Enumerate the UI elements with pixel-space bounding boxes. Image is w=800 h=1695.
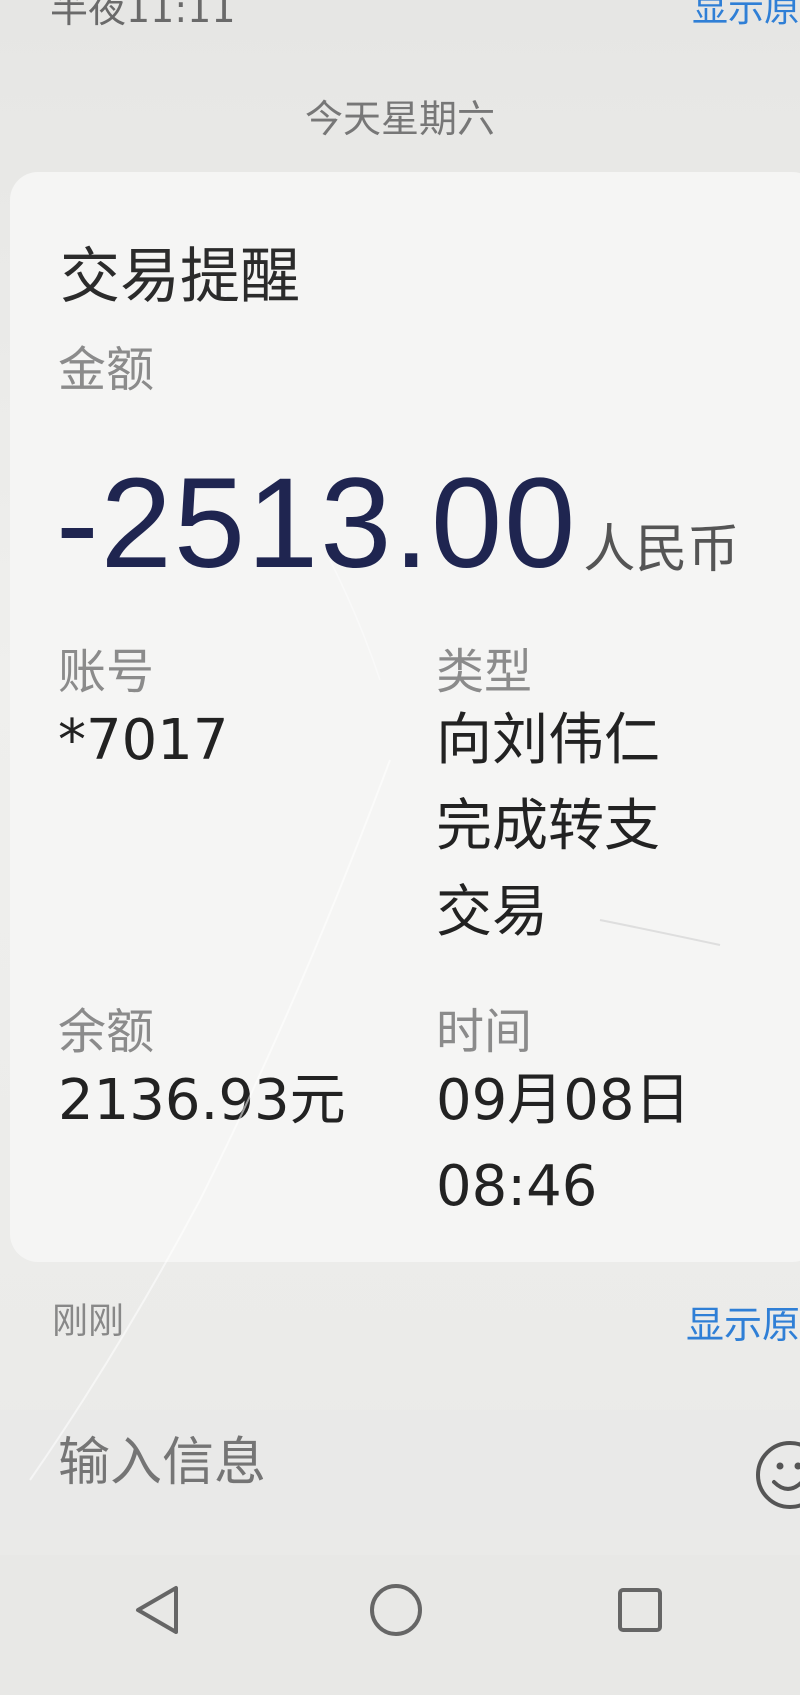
- amount-row: -2513.00 人民币: [56, 450, 740, 595]
- type-value-line-1: 向刘伟仁: [436, 708, 660, 773]
- account-value: *7017: [58, 708, 229, 773]
- type-value-line-2: 完成转支: [436, 794, 660, 859]
- show-original-link[interactable]: 显示原: [686, 1294, 800, 1349]
- screen: 半夜11:11 显示原 今天星期六 交易提醒 金额 -2513.00 人民币 账号…: [0, 0, 800, 1695]
- status-time: 半夜11:11: [50, 0, 236, 31]
- amount-value: -2513.00: [56, 452, 578, 595]
- recents-icon[interactable]: [610, 1580, 670, 1644]
- balance-label: 余额: [58, 1004, 155, 1060]
- time-value-line-2: 08:46: [436, 1154, 598, 1219]
- status-show-original[interactable]: 显示原: [692, 0, 800, 32]
- type-value-line-3: 交易: [436, 880, 548, 945]
- emoji-icon[interactable]: [750, 1440, 800, 1514]
- amount-label: 金额: [58, 342, 155, 398]
- day-label: 今天星期六: [304, 97, 495, 141]
- home-icon[interactable]: [366, 1580, 426, 1644]
- time-value-line-1: 09月08日: [436, 1068, 691, 1133]
- balance-value: 2136.93元: [58, 1068, 346, 1133]
- back-icon[interactable]: [128, 1580, 188, 1644]
- currency-label: 人民币: [583, 520, 740, 580]
- message-timestamp: 刚刚: [52, 1301, 125, 1342]
- account-label: 账号: [58, 644, 155, 700]
- time-label: 时间: [436, 1004, 533, 1060]
- card-title: 交易提醒: [60, 242, 300, 312]
- message-input[interactable]: [56, 1432, 660, 1494]
- type-label: 类型: [436, 644, 533, 700]
